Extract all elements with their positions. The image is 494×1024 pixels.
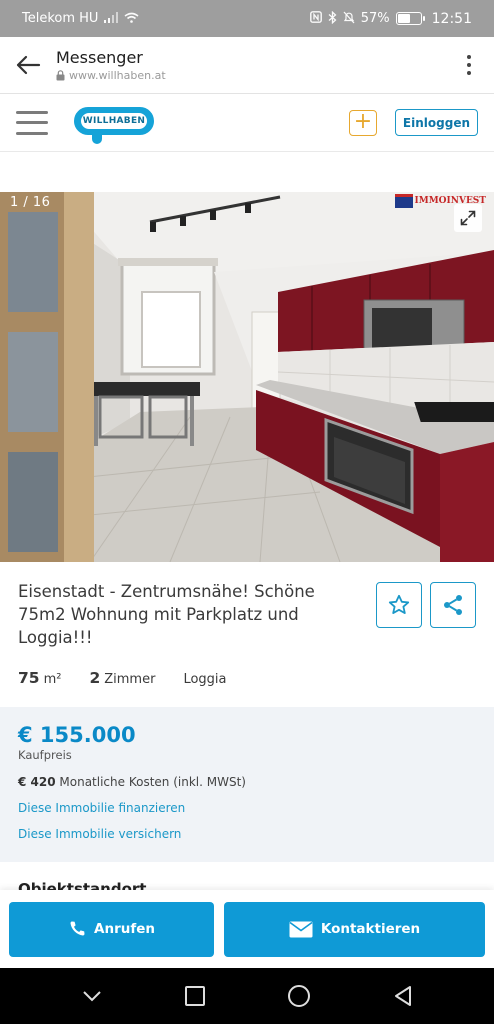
- call-label: Anrufen: [94, 921, 155, 937]
- lock-icon: [56, 70, 65, 81]
- system-nav-bar: [0, 968, 494, 1024]
- dot-icon: [467, 63, 471, 67]
- nfc-icon: [309, 11, 322, 26]
- login-button[interactable]: Einloggen: [394, 109, 478, 136]
- listing-info: Eisenstadt - Zentrumsnähe! Schöne 75m2 W…: [0, 562, 494, 687]
- call-button[interactable]: Anrufen: [9, 901, 214, 957]
- carrier-name: Telekom HU: [22, 11, 99, 26]
- feature-fact: Loggia: [183, 672, 226, 687]
- agency-logo-icon: [394, 194, 413, 208]
- envelope-icon: [289, 921, 313, 937]
- back-button[interactable]: [0, 37, 56, 94]
- price-amount: € 155.000: [18, 723, 136, 747]
- signal-icon: [104, 11, 119, 26]
- add-listing-button[interactable]: +: [348, 109, 377, 136]
- contact-label: Kontaktieren: [320, 921, 421, 937]
- willhaben-logo[interactable]: WILLHABEN: [74, 103, 154, 144]
- recent-apps-icon[interactable]: [184, 985, 206, 1007]
- phone-icon: [70, 921, 85, 936]
- arrow-left-icon: [16, 55, 41, 75]
- status-bar: Telekom HU 57% 12:51: [0, 0, 494, 37]
- monthly-costs: € 420 Monatliche Kosten (inkl. MWSt): [18, 775, 476, 789]
- action-bar: Anrufen Kontaktieren: [0, 890, 494, 968]
- dot-icon: [467, 55, 471, 59]
- more-options-button[interactable]: [444, 37, 494, 94]
- area-value: 75: [18, 669, 40, 687]
- listing-photo: [0, 192, 494, 562]
- browser-title: Messenger: [56, 48, 143, 67]
- photo-counter: 1 / 16: [10, 195, 51, 210]
- favorite-button[interactable]: [376, 582, 422, 628]
- listing-title: Eisenstadt - Zentrumsnähe! Schöne 75m2 W…: [18, 582, 315, 647]
- fullscreen-button[interactable]: [454, 204, 482, 232]
- image-gallery[interactable]: 1 / 16 IMMOINVEST: [0, 192, 494, 562]
- browser-url: www.willhaben.at: [56, 69, 444, 82]
- rooms-fact: 2 Zimmer: [89, 669, 155, 687]
- finance-link[interactable]: Diese Immobilie finanzieren: [18, 801, 476, 815]
- rooms-unit: Zimmer: [104, 672, 156, 687]
- monthly-amount: € 420: [18, 775, 56, 789]
- share-icon: [444, 595, 462, 615]
- home-icon[interactable]: [287, 984, 311, 1008]
- menu-icon[interactable]: [16, 110, 48, 135]
- area-unit: m²: [43, 672, 62, 687]
- wifi-icon: [124, 12, 139, 26]
- rooms-value: 2: [89, 669, 101, 687]
- expand-icon: [460, 210, 476, 226]
- bluetooth-icon: [328, 10, 337, 27]
- dot-icon: [467, 71, 471, 75]
- clock: 12:51: [431, 10, 472, 27]
- site-nav: WILLHABEN + Einloggen: [0, 94, 494, 152]
- browser-header: Messenger www.willhaben.at: [0, 37, 494, 94]
- insure-link[interactable]: Diese Immobilie versichern: [18, 827, 476, 841]
- share-button[interactable]: [430, 582, 476, 628]
- back-triangle-icon[interactable]: [392, 985, 414, 1007]
- price-box: € 155.000 Kaufpreis € 420 Monatliche Kos…: [0, 707, 494, 862]
- chevron-down-icon[interactable]: [81, 989, 103, 1003]
- battery-icon: [395, 12, 425, 25]
- battery-fill: [397, 14, 410, 23]
- url-text: www.willhaben.at: [69, 69, 166, 82]
- area-fact: 75 m²: [18, 669, 61, 687]
- mute-bell-icon: [343, 11, 355, 27]
- star-icon: [388, 594, 410, 614]
- battery-percent: 57%: [360, 11, 390, 26]
- price-label: Kaufpreis: [18, 748, 72, 762]
- monthly-label: Monatliche Kosten (inkl. MWSt): [59, 775, 246, 789]
- logo-text: WILLHABEN: [82, 115, 146, 126]
- feature-label: Loggia: [183, 672, 227, 687]
- contact-button[interactable]: Kontaktieren: [224, 901, 485, 957]
